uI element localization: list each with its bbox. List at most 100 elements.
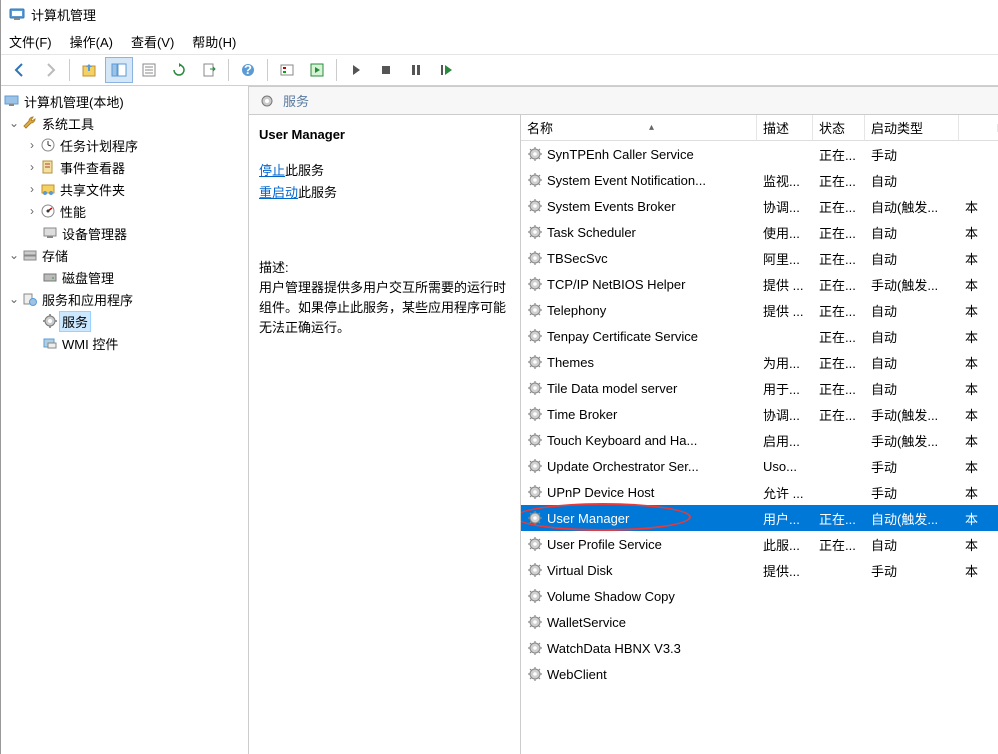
computer-mgmt-icon [3, 93, 21, 109]
service-row[interactable]: UPnP Device Host允许 ...手动本 [521, 479, 998, 505]
service-row[interactable]: Volume Shadow Copy [521, 583, 998, 609]
list-body[interactable]: SynTPEnh Caller Service正在...手动System Eve… [521, 141, 998, 754]
column-status[interactable]: 状态 [813, 115, 865, 141]
service-row[interactable]: Tile Data model server用于...正在...自动本 [521, 375, 998, 401]
computer-management-window: 计算机管理 文件(F) 操作(A) 查看(V) 帮助(H) ? 计算机管理(本地… [0, 0, 998, 754]
service-logon-cell: 本 [959, 272, 998, 297]
tree-event-viewer[interactable]: › 事件查看器 [1, 156, 248, 178]
gear-icon [527, 198, 543, 214]
service-logon-cell: 本 [959, 558, 998, 583]
menu-action[interactable]: 操作(A) [70, 32, 113, 51]
forward-button[interactable] [36, 57, 64, 83]
service-row[interactable]: Virtual Disk提供...手动本 [521, 557, 998, 583]
refresh-button[interactable] [165, 57, 193, 83]
restart-link[interactable]: 重启动 [259, 185, 298, 200]
up-button[interactable] [75, 57, 103, 83]
service-status-cell [813, 593, 865, 599]
menu-view[interactable]: 查看(V) [131, 32, 174, 51]
tree-device-manager[interactable]: 设备管理器 [1, 222, 248, 244]
tree-storage[interactable]: ⌄ 存储 [1, 244, 248, 266]
column-desc[interactable]: 描述 [757, 115, 813, 141]
service-row[interactable]: TBSecSvc阿里...正在...自动本 [521, 245, 998, 271]
tree-wmi[interactable]: WMI 控件 [1, 332, 248, 354]
action-button[interactable] [303, 57, 331, 83]
column-startup[interactable]: 启动类型 [865, 115, 959, 141]
export-button[interactable] [195, 57, 223, 83]
gear-icon [527, 302, 543, 318]
service-status-cell: 正在... [813, 142, 865, 167]
menu-file[interactable]: 文件(F) [9, 32, 52, 51]
disk-icon [41, 269, 59, 285]
menu-help[interactable]: 帮助(H) [192, 32, 236, 51]
service-row[interactable]: Task Scheduler使用...正在...自动本 [521, 219, 998, 245]
service-row[interactable]: User Profile Service此服...正在...自动本 [521, 531, 998, 557]
gear-icon [527, 224, 543, 240]
service-row[interactable]: System Events Broker协调...正在...自动(触发...本 [521, 193, 998, 219]
service-row[interactable]: Touch Keyboard and Ha...启用...手动(触发...本 [521, 427, 998, 453]
service-name-cell: Themes [547, 355, 594, 370]
stop-service-button[interactable] [372, 57, 400, 83]
services-header: 服务 [249, 87, 998, 115]
service-row[interactable]: Update Orchestrator Ser...Uso...手动本 [521, 453, 998, 479]
tree-task-scheduler[interactable]: › 任务计划程序 [1, 134, 248, 156]
tree-system-tools[interactable]: ⌄ 系统工具 [1, 112, 248, 134]
service-row[interactable]: WebClient [521, 661, 998, 687]
service-desc-cell: 提供... [757, 558, 813, 583]
gear-icon [527, 510, 543, 526]
service-row[interactable]: WalletService [521, 609, 998, 635]
service-name-cell: Volume Shadow Copy [547, 589, 675, 604]
collapse-icon[interactable]: ⌄ [7, 116, 21, 130]
tree-root[interactable]: 计算机管理(本地) [1, 90, 248, 112]
tree-performance[interactable]: › 性能 [1, 200, 248, 222]
collapse-icon[interactable]: ⌄ [7, 248, 21, 262]
service-logon-cell [959, 177, 998, 183]
restart-service-button[interactable] [432, 57, 460, 83]
expand-icon[interactable]: › [25, 138, 39, 152]
service-row[interactable]: System Event Notification...监视...正在...自动 [521, 167, 998, 193]
window-title: 计算机管理 [31, 5, 96, 24]
expand-icon[interactable]: › [25, 160, 39, 174]
service-startup-cell: 自动 [865, 246, 959, 271]
service-logon-cell: 本 [959, 350, 998, 375]
service-startup-cell: 手动 [865, 142, 959, 167]
stop-link[interactable]: 停止 [259, 163, 285, 178]
tree-services[interactable]: 服务 [1, 310, 248, 332]
service-row[interactable]: TCP/IP NetBIOS Helper提供 ...正在...手动(触发...… [521, 271, 998, 297]
column-logon[interactable] [959, 124, 998, 132]
expand-icon[interactable]: › [25, 204, 39, 218]
service-name-cell: Touch Keyboard and Ha... [547, 433, 697, 448]
column-name[interactable]: 名称▴ [521, 115, 757, 141]
service-row[interactable]: User Manager用户...正在...自动(触发...本 [521, 505, 998, 531]
back-button[interactable] [6, 57, 34, 83]
expand-icon[interactable]: › [25, 182, 39, 196]
tree-shared-folders[interactable]: › 共享文件夹 [1, 178, 248, 200]
service-startup-cell: 自动 [865, 168, 959, 193]
show-hide-tree-button[interactable] [105, 57, 133, 83]
service-name-cell: TCP/IP NetBIOS Helper [547, 277, 685, 292]
collapse-icon[interactable]: ⌄ [7, 292, 21, 306]
service-row[interactable]: Tenpay Certificate Service正在...自动本 [521, 323, 998, 349]
service-name-cell: System Events Broker [547, 199, 676, 214]
service-status-cell: 正在... [813, 506, 865, 531]
services-apps-icon [21, 291, 39, 307]
pause-service-button[interactable] [402, 57, 430, 83]
service-status-cell: 正在... [813, 376, 865, 401]
service-desc-cell [757, 593, 813, 599]
tree-services-apps[interactable]: ⌄ 服务和应用程序 [1, 288, 248, 310]
help-button[interactable]: ? [234, 57, 262, 83]
filter-button[interactable] [273, 57, 301, 83]
service-desc-cell [757, 333, 813, 339]
start-service-button[interactable] [342, 57, 370, 83]
properties-button[interactable] [135, 57, 163, 83]
service-name-cell: Task Scheduler [547, 225, 636, 240]
service-name-cell: User Profile Service [547, 537, 662, 552]
service-row[interactable]: Time Broker协调...正在...手动(触发...本 [521, 401, 998, 427]
tree-panel[interactable]: 计算机管理(本地) ⌄ 系统工具 › 任务计划程序 › 事件查看器 › 共享文件… [1, 86, 249, 754]
service-row[interactable]: Themes为用...正在...自动本 [521, 349, 998, 375]
tree-disk-management[interactable]: 磁盘管理 [1, 266, 248, 288]
service-row[interactable]: SynTPEnh Caller Service正在...手动 [521, 141, 998, 167]
service-row[interactable]: WatchData HBNX V3.3 [521, 635, 998, 661]
service-status-cell: 正在... [813, 298, 865, 323]
service-row[interactable]: Telephony提供 ...正在...自动本 [521, 297, 998, 323]
service-startup-cell: 自动 [865, 532, 959, 557]
